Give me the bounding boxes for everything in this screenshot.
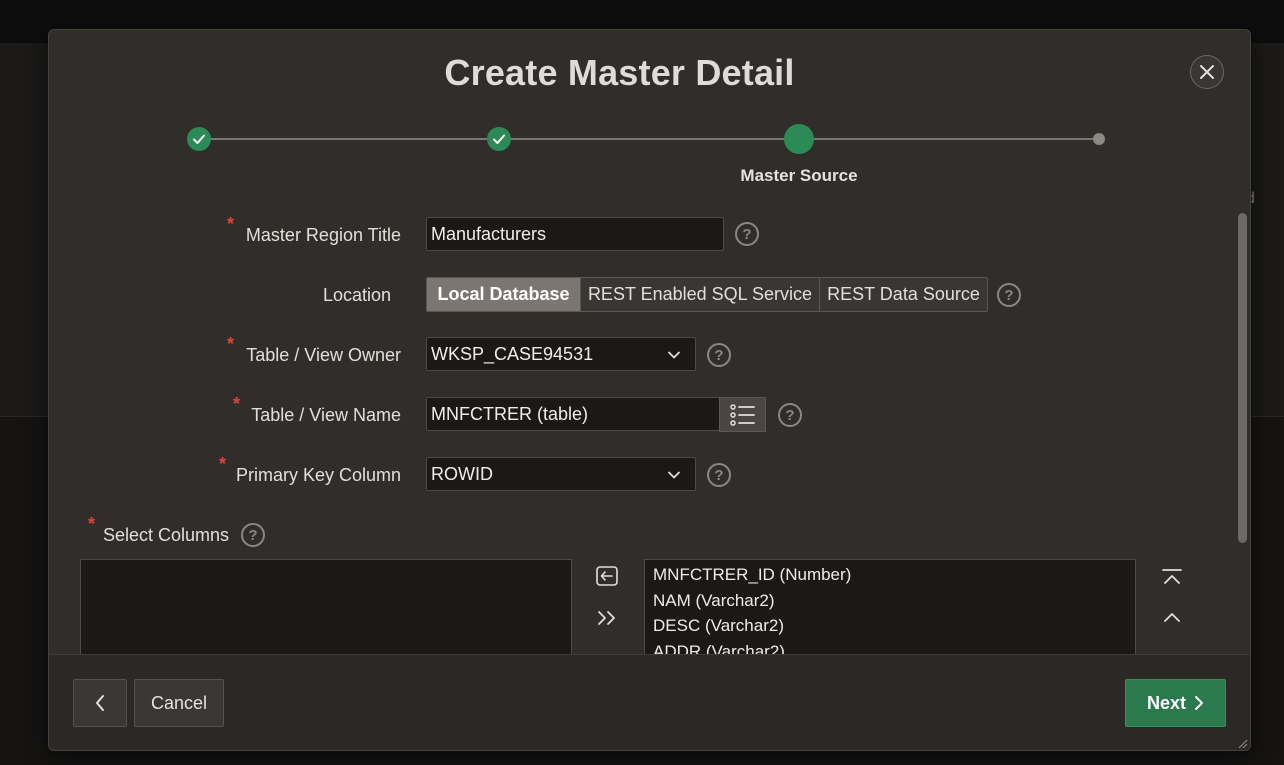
required-marker: * xyxy=(88,514,96,534)
step-3-current xyxy=(784,124,814,154)
chevron-down-icon xyxy=(668,351,680,359)
next-button[interactable]: Next xyxy=(1125,679,1226,727)
shuttle-reset-button[interactable] xyxy=(595,564,619,588)
reset-icon xyxy=(596,566,618,586)
primary-key-column-label: Primary Key Column xyxy=(235,465,401,485)
move-top-button[interactable] xyxy=(1159,566,1185,590)
list-icon xyxy=(729,403,755,426)
help-icon[interactable]: ? xyxy=(707,343,731,367)
shuttle-available-list[interactable] xyxy=(80,559,572,659)
table-view-owner-label: Table / View Owner xyxy=(246,345,401,365)
next-button-label: Next xyxy=(1146,692,1186,713)
chevron-down-icon xyxy=(668,471,680,479)
progress-track xyxy=(199,138,1099,140)
dialog-footer: Cancel Next xyxy=(49,654,1250,750)
table-view-owner-value: WKSP_CASE94531 xyxy=(431,343,594,364)
primary-key-column-select[interactable]: ROWID xyxy=(426,457,696,491)
location-segmented-control: Local Database REST Enabled SQL Service … xyxy=(426,277,988,312)
step-1-complete xyxy=(187,127,211,151)
list-item[interactable]: MNFCTRER_ID (Number) xyxy=(645,562,1135,588)
list-of-values-button[interactable] xyxy=(719,397,766,432)
back-button[interactable] xyxy=(73,679,127,727)
move-up-button[interactable] xyxy=(1159,607,1185,627)
chevron-up-icon xyxy=(1164,613,1180,622)
step-2-complete xyxy=(487,127,511,151)
location-label: Location xyxy=(322,285,391,305)
location-option-rest-data-source[interactable]: REST Data Source xyxy=(819,278,987,311)
help-icon[interactable]: ? xyxy=(997,283,1021,307)
wizard-progress: Master Source xyxy=(49,30,1250,200)
shuttle-move-all-button[interactable] xyxy=(595,606,619,630)
check-icon xyxy=(493,134,505,144)
select-columns-label: Select Columns xyxy=(103,525,230,545)
help-icon[interactable]: ? xyxy=(241,523,265,547)
double-chevron-right-icon xyxy=(598,611,615,625)
help-icon[interactable]: ? xyxy=(778,403,802,427)
master-region-title-label: Master Region Title xyxy=(245,225,401,245)
location-option-local-database[interactable]: Local Database xyxy=(427,278,580,311)
primary-key-column-value: ROWID xyxy=(431,463,493,484)
check-icon xyxy=(193,134,205,144)
master-region-title-input[interactable]: Manufacturers xyxy=(426,217,724,251)
table-view-owner-select[interactable]: WKSP_CASE94531 xyxy=(426,337,696,371)
step-4-upcoming xyxy=(1093,133,1105,145)
resize-grip-icon[interactable] xyxy=(1236,737,1248,749)
help-icon[interactable]: ? xyxy=(707,463,731,487)
shuttle-selected-list[interactable]: MNFCTRER_ID (Number) NAM (Varchar2) DESC… xyxy=(644,559,1136,661)
chevron-left-icon xyxy=(96,695,104,711)
table-view-name-input[interactable]: MNFCTRER (table) xyxy=(426,397,720,431)
help-icon[interactable]: ? xyxy=(735,222,759,246)
list-item[interactable]: NAM (Varchar2) xyxy=(645,588,1135,614)
move-top-icon xyxy=(1162,569,1182,584)
chevron-right-icon xyxy=(1195,696,1203,710)
current-step-label: Master Source xyxy=(740,166,858,185)
dialog-scrollbar[interactable] xyxy=(1238,213,1247,543)
create-master-detail-dialog: Create Master Detail Master Source * Mas… xyxy=(48,29,1251,751)
location-option-rest-enabled-sql[interactable]: REST Enabled SQL Service xyxy=(580,278,819,311)
cancel-button[interactable]: Cancel xyxy=(134,679,224,727)
list-item[interactable]: DESC (Varchar2) xyxy=(645,613,1135,639)
table-view-name-label: Table / View Name xyxy=(251,405,401,425)
